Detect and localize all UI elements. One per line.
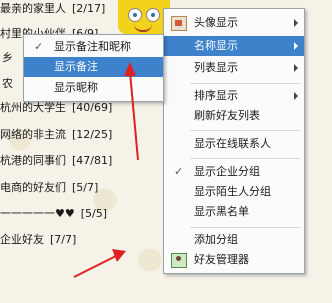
menu-item-show-stranger-group[interactable]: 显示陌生人分组 xyxy=(164,182,304,202)
annotation-arrow-right xyxy=(73,249,126,278)
menu-item-show-blacklist[interactable]: 显示黑名单 xyxy=(164,202,304,222)
avatar-mouth xyxy=(134,24,152,32)
menu-item-name-display[interactable]: 名称显示 xyxy=(164,36,304,56)
menu-item-avatar-display[interactable]: 头像显示 xyxy=(164,13,304,33)
avatar-icon xyxy=(171,16,187,31)
menu-item-label: 名称显示 xyxy=(194,39,238,52)
submenu-item-label: 显示昵称 xyxy=(54,81,98,94)
menu-item-refresh-friends[interactable]: 刷新好友列表 xyxy=(164,106,304,126)
group-row[interactable]: 乡 xyxy=(2,50,13,66)
chevron-right-icon xyxy=(294,64,298,72)
friend-manager-icon xyxy=(171,253,187,268)
menu-item-show-enterprise-group[interactable]: ✓ 显示企业分组 xyxy=(164,162,304,182)
chevron-right-icon xyxy=(294,42,298,50)
group-count: [40/69] xyxy=(72,101,113,114)
group-name: 乡 xyxy=(2,51,13,64)
submenu-item-label: 显示备注 xyxy=(54,60,98,73)
group-row[interactable]: 网络的非主流 [12/25] xyxy=(0,127,112,143)
group-name: 企业好友 xyxy=(0,233,44,246)
group-count: [5/5] xyxy=(80,207,108,220)
group-row[interactable]: 杭港的同事们 [47/81] xyxy=(0,153,112,169)
group-count: [2/17] xyxy=(72,2,106,15)
menu-item-label: 刷新好友列表 xyxy=(194,109,260,122)
group-row[interactable]: 电商的好友们 [5/7] xyxy=(0,180,98,196)
group-name: 农 xyxy=(2,77,13,90)
group-count: [47/81] xyxy=(72,154,113,167)
menu-separator xyxy=(190,83,300,84)
submenu-item-label: 显示备注和昵称 xyxy=(54,40,131,53)
chevron-right-icon xyxy=(294,19,298,27)
menu-item-label: 列表显示 xyxy=(194,61,238,74)
group-name: 最亲的家里人 xyxy=(0,2,66,15)
menu-item-add-group[interactable]: 添加分组 xyxy=(164,230,304,250)
menu-separator xyxy=(190,130,300,131)
chevron-right-icon xyxy=(294,92,298,100)
annotation-arrow-up xyxy=(124,62,139,161)
avatar-eye-left xyxy=(128,8,142,22)
submenu-item-remark-and-nickname[interactable]: ✓ 显示备注和昵称 xyxy=(24,37,163,57)
menu-item-label: 排序显示 xyxy=(194,89,238,102)
group-count: [12/25] xyxy=(72,128,113,141)
menu-item-label: 显示企业分组 xyxy=(194,165,260,178)
menu-item-label: 显示黑名单 xyxy=(194,205,249,218)
menu-item-label: 添加分组 xyxy=(194,233,238,246)
menu-item-show-online[interactable]: 显示在线联系人 xyxy=(164,134,304,154)
menu-item-sort-display[interactable]: 排序显示 xyxy=(164,86,304,106)
group-row[interactable]: 一一一一一♥♥ [5/5] xyxy=(0,206,107,222)
group-row[interactable]: 杭州的大学生 [40/69] xyxy=(0,100,112,116)
group-row[interactable]: 最亲的家里人 [2/17] xyxy=(0,1,105,17)
group-name: 杭港的同事们 xyxy=(0,154,66,167)
menu-item-label: 头像显示 xyxy=(194,16,238,29)
menu-separator xyxy=(190,227,300,228)
check-icon: ✓ xyxy=(174,165,184,178)
menu-item-friend-manager[interactable]: 好友管理器 xyxy=(164,250,304,270)
menu-separator xyxy=(190,158,300,159)
group-row[interactable]: 企业好友 [7/7] xyxy=(0,232,76,248)
group-count: [5/7] xyxy=(72,181,99,194)
avatar-eye-right xyxy=(146,8,160,22)
group-row[interactable]: 农 xyxy=(2,76,13,92)
contact-list-context-menu: 头像显示 名称显示 列表显示 排序显示 刷新好友列表 显示在线联系人 ✓ 显示企… xyxy=(163,8,305,274)
group-name: 网络的非主流 xyxy=(0,128,66,141)
menu-item-label: 显示在线联系人 xyxy=(194,137,271,150)
group-name: 一一一一一♥♥ xyxy=(0,207,75,220)
check-icon: ✓ xyxy=(34,40,44,53)
menu-item-label: 显示陌生人分组 xyxy=(194,185,271,198)
menu-item-label: 好友管理器 xyxy=(194,253,249,266)
group-name: 电商的好友们 xyxy=(0,181,66,194)
group-name: 杭州的大学生 xyxy=(0,101,66,114)
menu-item-list-display[interactable]: 列表显示 xyxy=(164,58,304,78)
